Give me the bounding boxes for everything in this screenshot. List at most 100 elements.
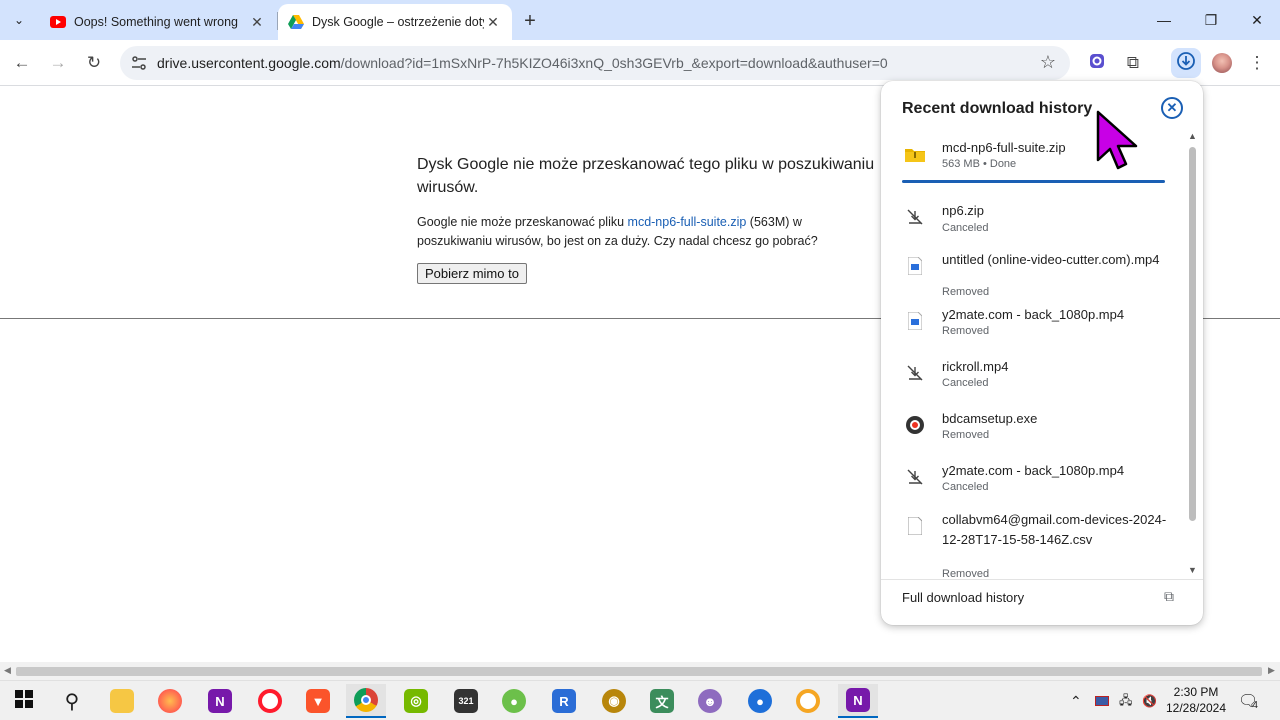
warning-heading: Dysk Google nie może przeskanować tego p… <box>417 156 875 196</box>
scroll-up-icon[interactable]: ▲ <box>1188 131 1197 141</box>
download-item[interactable]: y2mate.com - back_1080p.mp4 Canceled <box>881 461 1181 501</box>
scrollbar-thumb[interactable] <box>16 667 1262 676</box>
restore-icon: ❐ <box>1204 11 1218 28</box>
open-in-new-icon: ⧉ <box>1164 588 1174 604</box>
taskbar-app-eyes[interactable]: ◉ <box>594 684 634 718</box>
video-file-icon <box>905 311 925 331</box>
back-button[interactable]: ← <box>7 48 37 78</box>
forward-arrow-icon: → <box>49 53 67 72</box>
eyes-icon: ◉ <box>602 689 626 713</box>
download-anyway-button[interactable]: Pobierz mimo to <box>417 263 527 284</box>
taskbar-app-r[interactable]: R <box>544 684 584 718</box>
taskbar-clapper[interactable]: 321 <box>446 684 486 718</box>
taskbar-app-blue[interactable]: ● <box>740 684 780 718</box>
scroll-right-icon[interactable]: ▶ <box>1268 665 1275 676</box>
forward-button[interactable]: → <box>43 48 73 78</box>
site-info-icon[interactable] <box>126 55 152 71</box>
google-drive-icon <box>288 14 304 30</box>
plus-icon: + <box>524 9 536 32</box>
download-item[interactable]: y2mate.com - back_1080p.mp4 Removed <box>881 305 1181 345</box>
notifications-button[interactable]: 🗨 4 <box>1238 681 1258 720</box>
tab-title: Dysk Google – ostrzeżenie dotyczące <box>312 15 484 29</box>
firefox-icon <box>158 689 182 713</box>
tray-app-icon-glyph <box>1095 696 1109 706</box>
taskbar-app-ring[interactable] <box>788 684 828 718</box>
close-tab-icon[interactable]: ✕ <box>484 13 502 31</box>
download-progress-bar <box>902 180 1165 183</box>
clock[interactable]: 2:30 PM 12/28/2024 <box>1160 684 1232 716</box>
scroll-down-icon[interactable]: ▼ <box>1188 565 1197 575</box>
menu-button[interactable]: ⋮ <box>1242 48 1272 78</box>
panel-scrollbar[interactable]: ▲ ▼ <box>1186 131 1198 579</box>
download-item[interactable]: untitled (online-video-cutter.com).mp4 R… <box>881 250 1181 298</box>
tray-overflow-button[interactable]: ⌃ <box>1070 681 1082 720</box>
download-item[interactable]: np6.zip Canceled <box>881 201 1181 241</box>
chrome-icon <box>354 688 378 712</box>
taskbar-onenote[interactable]: N <box>200 684 240 718</box>
network-status[interactable]: 🖧 <box>1119 681 1132 720</box>
new-tab-button[interactable]: + <box>518 9 542 33</box>
mouse-cursor <box>1096 110 1138 170</box>
taskbar: ⚲ N ▼ ◎ 321 ● R ◉ 文 ☻ ● N ⌃ 🖧 🔇 2:30 PM … <box>0 680 1280 720</box>
tab-google-drive[interactable]: Dysk Google – ostrzeżenie dotyczące ✕ <box>278 4 512 40</box>
tab-search-button[interactable]: ⌄ <box>6 8 32 32</box>
extensions-menu-button[interactable]: ⧉ <box>1118 48 1148 78</box>
download-name: collabvm64@gmail.com-devices-2024-12-28T… <box>942 512 1167 547</box>
taskbar-file-explorer[interactable] <box>102 684 142 718</box>
horizontal-scrollbar[interactable]: ◀ ▶ <box>0 662 1280 680</box>
download-status: Removed <box>942 325 990 337</box>
minimize-button[interactable]: — <box>1141 0 1187 40</box>
windows-icon <box>15 690 33 712</box>
extension-button[interactable] <box>1082 48 1112 78</box>
bookmark-star-icon[interactable]: ☆ <box>1040 52 1056 73</box>
full-history-link[interactable]: Full download history <box>902 590 1024 605</box>
maximize-button[interactable]: ❐ <box>1188 0 1234 40</box>
taskbar-onenote-2[interactable]: N <box>838 684 878 718</box>
taskbar-opera[interactable] <box>250 684 290 718</box>
reload-button[interactable]: ↻ <box>79 48 109 78</box>
extension-app-icon <box>1089 53 1105 74</box>
canceled-icon <box>905 467 925 487</box>
notification-count: 4 <box>1252 699 1258 711</box>
scrollbar-thumb[interactable] <box>1189 147 1196 521</box>
taskbar-brave[interactable]: ▼ <box>298 684 338 718</box>
downloads-panel: Recent download history ✕ mcd-np6-full-s… <box>881 81 1203 625</box>
file-link[interactable]: mcd-np6-full-suite.zip <box>628 215 747 229</box>
download-item[interactable]: rickroll.mp4 Canceled <box>881 357 1181 397</box>
taskbar-firefox[interactable] <box>150 684 190 718</box>
warning-text-before: Google nie może przeskanować pliku <box>417 215 628 229</box>
downloads-button[interactable] <box>1171 48 1201 78</box>
url-host: drive.usercontent.google.com <box>157 55 341 71</box>
profile-avatar-button[interactable] <box>1207 48 1237 78</box>
taskbar-nvidia[interactable]: ◎ <box>396 684 436 718</box>
taskbar-app-ghost[interactable]: ☻ <box>690 684 730 718</box>
download-item[interactable]: bdcamsetup.exe Removed <box>881 409 1181 449</box>
tab-title: Oops! Something went wrong <box>74 15 238 29</box>
download-status: Canceled <box>942 377 989 389</box>
search-button[interactable]: ⚲ <box>52 684 92 718</box>
start-button[interactable] <box>4 684 44 718</box>
tab-youtube[interactable]: Oops! Something went wrong ✕ <box>40 4 276 40</box>
address-bar[interactable]: drive.usercontent.google.com/download?id… <box>120 46 1070 80</box>
taskbar-translator[interactable]: 文 <box>642 684 682 718</box>
clapperboard-icon: 321 <box>454 689 478 713</box>
ring-icon <box>796 689 820 713</box>
canceled-icon <box>905 207 925 227</box>
taskbar-peapod[interactable]: ● <box>494 684 534 718</box>
download-name: rickroll.mp4 <box>942 359 1009 374</box>
download-name: untitled (online-video-cutter.com).mp4 <box>942 252 1160 267</box>
taskbar-chrome[interactable] <box>346 684 386 718</box>
volume-status[interactable]: 🔇 <box>1142 681 1157 720</box>
back-arrow-icon: ← <box>13 53 31 72</box>
folder-icon <box>110 689 134 713</box>
close-tab-icon[interactable]: ✕ <box>248 13 266 31</box>
download-name: np6.zip <box>942 203 984 218</box>
tray-app-icon[interactable] <box>1095 681 1109 720</box>
scroll-left-icon[interactable]: ◀ <box>4 665 11 676</box>
close-window-button[interactable]: ✕ <box>1234 0 1280 40</box>
full-history-row[interactable]: Full download history ⧉ <box>881 579 1203 625</box>
nvidia-icon: ◎ <box>404 689 428 713</box>
download-item[interactable]: collabvm64@gmail.com-devices-2024-12-28T… <box>881 510 1181 578</box>
close-panel-button[interactable]: ✕ <box>1161 97 1183 119</box>
youtube-icon <box>50 14 66 30</box>
